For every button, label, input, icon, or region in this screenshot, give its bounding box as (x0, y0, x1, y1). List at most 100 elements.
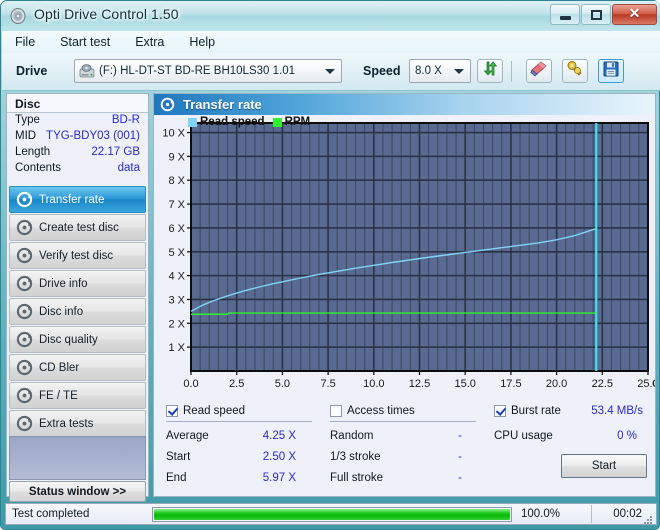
disc-info-row: MID TYG-BDY03 (001) (7, 130, 148, 146)
resize-grip[interactable] (643, 512, 653, 524)
svg-text:8 X: 8 X (168, 175, 185, 187)
legend-label-read-speed: Read speed (200, 116, 265, 128)
disc-burn-icon (16, 331, 33, 348)
legend-swatch-read-speed (188, 117, 197, 127)
svg-text:7 X: 7 X (168, 199, 185, 211)
sidebar-item-label: Create test disc (39, 221, 119, 234)
disc-info-key: Length (15, 146, 51, 158)
stat-value: - (458, 430, 462, 442)
status-window-button[interactable]: Status window >> (9, 481, 146, 502)
toolbar: Drive (F:) HL-DT-ST BD-RE BH10LS30 1.01 … (2, 53, 660, 91)
stat-value: 4.25 X (262, 430, 296, 442)
save-button[interactable] (598, 59, 624, 83)
panel-title: Transfer rate (183, 97, 262, 112)
stats-area: Read speed Average 4.25 X Start 2.50 X E… (154, 405, 655, 484)
svg-text:6 X: 6 X (168, 223, 185, 235)
svg-text:2.5: 2.5 (229, 378, 244, 387)
sidebar-item-extra-tests[interactable]: Extra tests (9, 410, 146, 437)
disc-burn-icon (160, 97, 175, 112)
stat-key: Full stroke (330, 472, 384, 484)
erase-button[interactable] (526, 59, 552, 83)
floppy-save-icon (603, 61, 619, 82)
burst-rate-value: 53.4 MB/s (591, 405, 643, 417)
svg-text:15.0: 15.0 (454, 378, 475, 387)
speed-select[interactable]: 8.0 X (409, 59, 471, 83)
stat-row-end: End 5.97 X (166, 472, 296, 484)
stat-row-full-stroke: Full stroke - (330, 472, 462, 484)
maximize-button[interactable] (581, 4, 611, 25)
disc-info-value: TYG-BDY03 (001) (46, 130, 140, 142)
svg-text:2 X: 2 X (168, 318, 185, 330)
disc-info-row: Contents data (7, 162, 148, 178)
divider (166, 421, 312, 422)
chevron-down-icon (325, 69, 335, 74)
svg-text:7.5: 7.5 (320, 378, 335, 387)
legend-label-rpm: RPM (284, 116, 311, 128)
disc-burn-icon (16, 275, 33, 292)
burst-rate-checkbox[interactable] (494, 405, 506, 417)
tools-icon (566, 60, 584, 82)
svg-text:4 X: 4 X (168, 271, 185, 283)
menu-extra[interactable]: Extra (132, 34, 167, 50)
sidebar-item-label: CD Bler (39, 361, 80, 374)
svg-text:5.0: 5.0 (275, 378, 290, 387)
sidebar-item-drive-info[interactable]: Drive info (9, 270, 146, 297)
speed-value: 8.0 X (415, 65, 442, 77)
chevron-down-icon (454, 69, 464, 74)
disc-icon (10, 7, 28, 25)
stat-value: 2.50 X (262, 451, 296, 463)
sidebar-item-label: Disc info (39, 305, 84, 318)
sidebar-item-fe-te[interactable]: FE / TE (9, 382, 146, 409)
stat-row-average: Average 4.25 X (166, 430, 296, 442)
svg-text:1 X: 1 X (168, 342, 185, 354)
divider (330, 421, 476, 422)
window-controls: ✕ (549, 4, 657, 25)
chart-svg: 1 X 2 X 3 X 4 X 5 X 6 X 7 X 8 X 9 X 10 X 0.0 2.5 5.0… (162, 122, 660, 390)
minimize-button[interactable] (550, 4, 580, 25)
minimize-icon (559, 16, 571, 20)
sidebar-item-label: Drive info (39, 277, 88, 290)
sidebar-item-disc-quality[interactable]: Disc quality (9, 326, 146, 353)
start-button[interactable]: Start (561, 454, 647, 478)
disc-burn-icon (16, 219, 33, 236)
sidebar-item-transfer-rate[interactable]: Transfer rate (9, 186, 146, 213)
menu-file[interactable]: File (12, 34, 38, 50)
svg-text:10 X: 10 X (162, 128, 185, 140)
sidebar-item-cd-bler[interactable]: CD Bler (9, 354, 146, 381)
stat-row-third-stroke: 1/3 stroke - (330, 451, 462, 463)
sidebar-item-label: Disc quality (39, 333, 98, 346)
stat-row-cpu-usage: CPU usage 0 % (494, 430, 643, 442)
legend-swatch-rpm (272, 117, 282, 127)
read-speed-checkbox[interactable] (166, 405, 178, 417)
svg-text:9 X: 9 X (168, 151, 185, 163)
drive-icon (79, 64, 95, 78)
stat-key: CPU usage (494, 430, 553, 442)
panel-header: Transfer rate (154, 94, 655, 115)
drive-label: Drive (16, 64, 48, 78)
close-button[interactable]: ✕ (612, 4, 657, 25)
sidebar-item-create-test-disc[interactable]: Create test disc (9, 214, 146, 241)
read-speed-label: Read speed (183, 405, 246, 417)
svg-text:GB: GB (652, 378, 655, 387)
drive-value: (F:) HL-DT-ST BD-RE BH10LS30 1.01 (99, 65, 295, 77)
disc-info-row: Length 22.17 GB (7, 146, 148, 162)
transfer-rate-chart: Read speed RPM 1 X 2 X 3 X 4 X 5 X 6 X 7 X 8 X 9… (154, 115, 660, 405)
sidebar-item-label: FE / TE (39, 389, 78, 402)
menu-help[interactable]: Help (186, 34, 218, 50)
stat-value: - (458, 472, 462, 484)
svg-text:0.0: 0.0 (183, 378, 198, 387)
stat-key: Random (330, 430, 374, 442)
tools-button[interactable] (562, 59, 588, 83)
disc-burn-icon (16, 415, 33, 432)
disc-info-key: Type (15, 114, 40, 126)
access-times-checkbox[interactable] (330, 405, 342, 417)
sidebar-item-disc-info[interactable]: Disc info (9, 298, 146, 325)
elapsed-time: 00:02 (613, 508, 642, 520)
disc-burn-icon (16, 247, 33, 264)
title-bar: Opti Drive Control 1.50 ✕ (1, 1, 660, 31)
sidebar-item-verify-test-disc[interactable]: Verify test disc (9, 242, 146, 269)
refresh-button[interactable] (477, 59, 503, 83)
drive-select[interactable]: (F:) HL-DT-ST BD-RE BH10LS30 1.01 (74, 59, 342, 83)
menu-start-test[interactable]: Start test (57, 34, 113, 50)
disc-burn-icon (16, 303, 33, 320)
